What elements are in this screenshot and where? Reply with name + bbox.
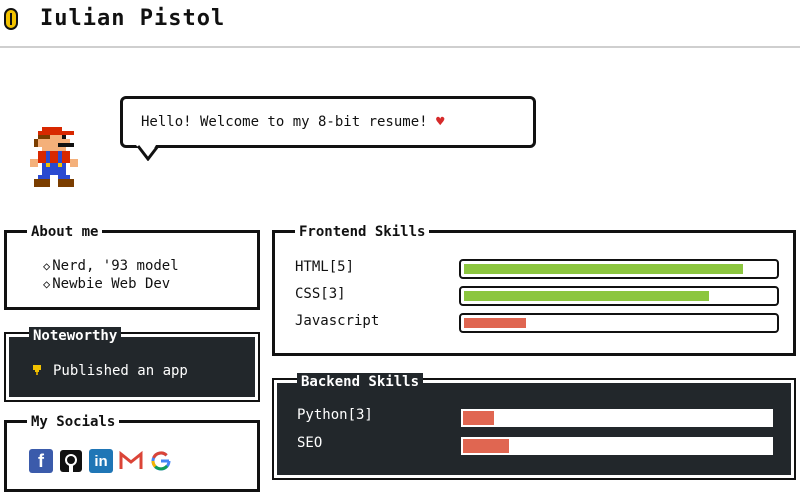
- backend-skills-panel: Backend Skills Python[3] SEO: [272, 373, 796, 480]
- frontend-skills-panel: Frontend Skills HTML[5] CSS[3] Javascrip…: [272, 223, 796, 356]
- socials-title: My Socials: [27, 413, 120, 431]
- noteworthy-item: Published an app: [53, 363, 188, 379]
- skill-bar: [461, 437, 773, 455]
- list-item: Newbie Web Dev: [43, 275, 179, 293]
- facebook-icon[interactable]: f: [29, 449, 53, 473]
- skill-bar-fill: [464, 318, 526, 328]
- skill-bar: [459, 313, 779, 333]
- heart-icon: ♥: [436, 114, 445, 130]
- noteworthy-panel: Noteworthy Published an app: [4, 327, 260, 402]
- page-title: Iulian Pistol: [40, 6, 226, 31]
- skill-label: Javascript: [295, 313, 380, 329]
- skill-bar: [459, 286, 779, 306]
- about-title: About me: [27, 223, 103, 241]
- skill-bar-fill: [463, 439, 509, 453]
- skill-bar-fill: [463, 411, 494, 425]
- skill-bar-fill: [464, 264, 743, 274]
- skill-bar-fill: [464, 291, 709, 301]
- noteworthy-title: Noteworthy: [29, 327, 122, 345]
- skill-label: HTML[5]: [295, 259, 355, 275]
- social-icons: f in: [29, 449, 173, 473]
- skill-label: CSS[3]: [295, 286, 346, 302]
- backend-title: Backend Skills: [297, 373, 424, 391]
- github-icon[interactable]: [59, 449, 83, 473]
- linkedin-icon[interactable]: in: [89, 449, 113, 473]
- header: Iulian Pistol: [0, 0, 800, 48]
- skill-label: SEO: [297, 435, 323, 451]
- list-item: Nerd, '93 model: [43, 257, 178, 275]
- speech-bubble-tail: [136, 145, 160, 161]
- welcome-text: Hello! Welcome to my 8-bit resume!: [141, 114, 428, 130]
- frontend-title: Frontend Skills: [295, 223, 430, 241]
- about-list: Nerd, '93 model Newbie Web Dev: [43, 257, 179, 293]
- about-panel: About me Nerd, '93 model Newbie Web Dev: [4, 223, 260, 310]
- coin-icon: [4, 8, 18, 30]
- mario-sprite-icon: [30, 127, 78, 187]
- skill-bar: [459, 259, 779, 279]
- speech-bubble: Hello! Welcome to my 8-bit resume! ♥: [120, 96, 536, 148]
- gmail-icon[interactable]: [119, 449, 143, 473]
- skill-label: Python[3]: [297, 407, 373, 423]
- google-icon[interactable]: [149, 449, 173, 473]
- trophy-icon: [33, 365, 41, 375]
- skill-bar: [461, 409, 773, 427]
- socials-panel: My Socials f in: [4, 413, 260, 492]
